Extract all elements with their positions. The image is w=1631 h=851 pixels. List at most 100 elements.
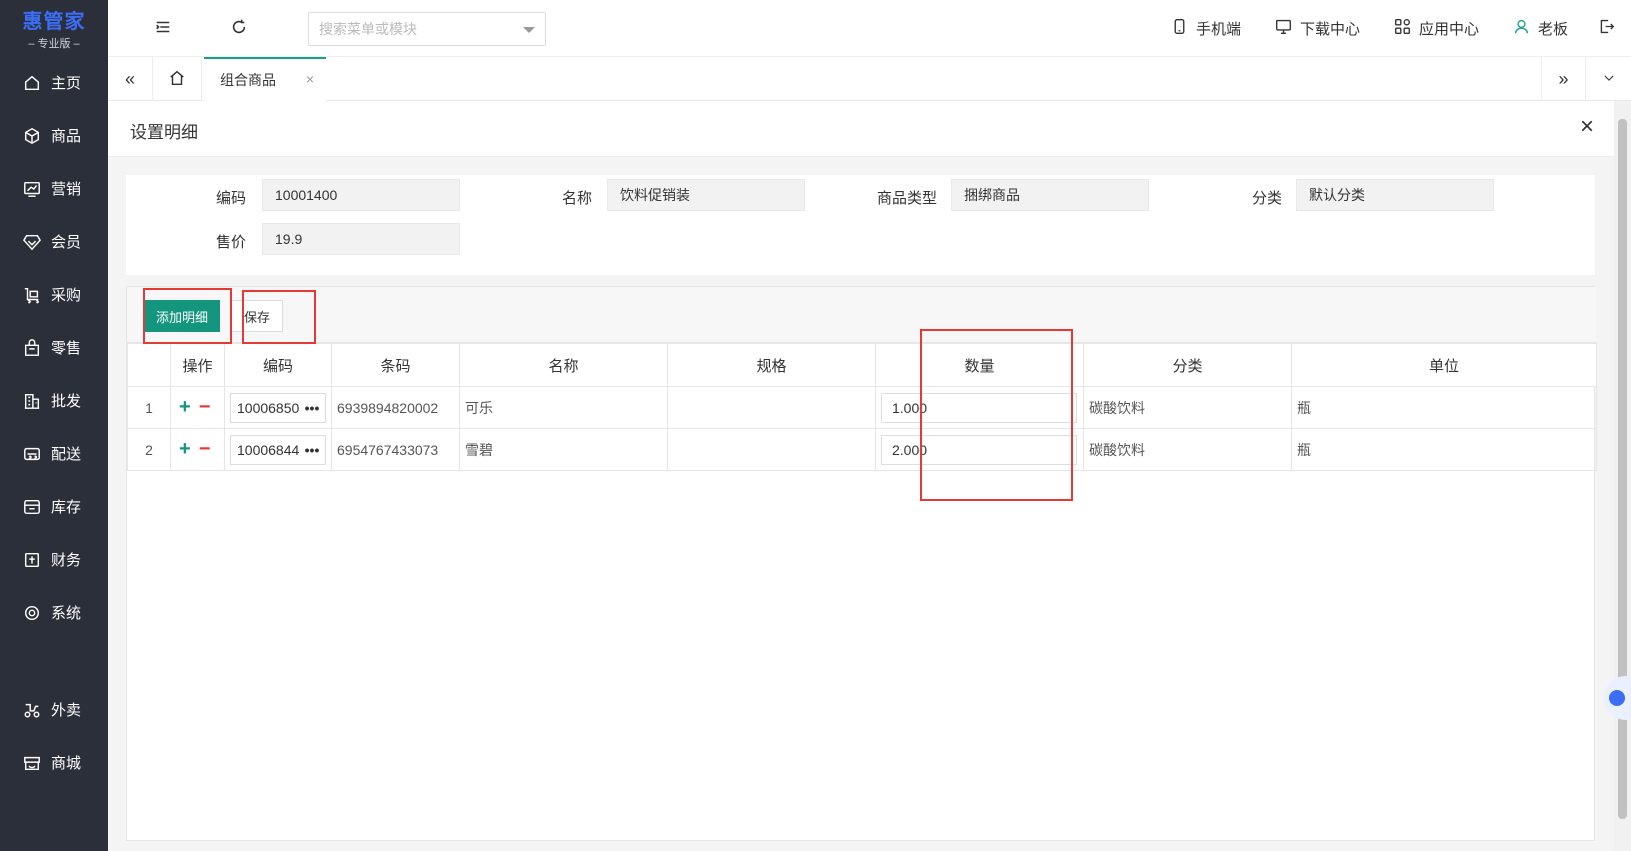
download-center-link[interactable]: 下载中心 xyxy=(1275,18,1360,39)
refresh-icon xyxy=(230,18,248,39)
trend-icon xyxy=(22,179,42,199)
col-quantity: 数量 xyxy=(875,343,1084,387)
page-title: 设置明细 xyxy=(130,123,198,142)
row-code-cell: 10006850 ••• xyxy=(224,386,332,429)
assistant-icon xyxy=(1609,690,1625,706)
add-detail-button[interactable]: 添加明细 xyxy=(144,300,220,332)
sidebar-item-member[interactable]: 会员 xyxy=(0,215,108,268)
sidebar-item-label: 配送 xyxy=(51,446,82,463)
tab-close-icon[interactable]: × xyxy=(306,71,314,87)
add-row-icon[interactable]: + xyxy=(179,438,191,460)
col-operation: 操作 xyxy=(170,343,225,387)
row-spec xyxy=(667,428,876,471)
sidebar-item-finance[interactable]: 财务 xyxy=(0,533,108,586)
finance-icon xyxy=(22,550,42,570)
quantity-input[interactable]: 1.000 xyxy=(881,392,1077,423)
sidebar-item-goods[interactable]: 商品 xyxy=(0,109,108,162)
row-index: 1 xyxy=(127,386,171,429)
row-barcode: 6954767433073 xyxy=(331,428,460,471)
home-icon xyxy=(22,73,42,93)
phone-icon xyxy=(1171,18,1196,39)
box-icon xyxy=(22,126,42,146)
col-code: 编码 xyxy=(224,343,332,387)
table-row: 2 + − 10006844 ••• 6954767433073 雪碧 2.00… xyxy=(127,428,1597,471)
diamond-icon xyxy=(22,232,42,252)
sidebar-item-system[interactable]: 系统 xyxy=(0,586,108,639)
row-name: 可乐 xyxy=(459,386,668,429)
remove-row-icon[interactable]: − xyxy=(199,438,211,460)
col-category: 分类 xyxy=(1083,343,1292,387)
chevron-down-icon xyxy=(1602,71,1616,88)
chevron-down-icon xyxy=(523,27,535,33)
logout-button[interactable] xyxy=(1598,18,1623,39)
row-quantity-cell: 1.000 xyxy=(875,386,1084,429)
sidebar-item-home[interactable]: 主页 xyxy=(0,56,108,109)
refresh-button[interactable] xyxy=(214,0,264,57)
code-value: 10006844 xyxy=(237,441,299,458)
tabs-scroll-left-button[interactable]: « xyxy=(108,57,152,101)
user-menu[interactable]: 老板 xyxy=(1513,18,1568,39)
name-field: 饮料促销装 xyxy=(607,179,805,211)
sidebar-item-mall[interactable]: 商城 xyxy=(0,736,108,789)
sidebar-item-retail[interactable]: 零售 xyxy=(0,321,108,374)
row-spec xyxy=(667,386,876,429)
tabs-dropdown-button[interactable] xyxy=(1585,57,1631,101)
sidebar-item-label: 会员 xyxy=(51,234,82,251)
col-unit: 单位 xyxy=(1291,343,1597,387)
scooter-icon xyxy=(22,700,42,720)
type-field: 捆绑商品 xyxy=(951,179,1149,211)
delivery-icon xyxy=(22,444,42,464)
sidebar-item-label: 批发 xyxy=(51,393,82,410)
row-operations: + − xyxy=(170,386,225,429)
sidebar-item-label: 商品 xyxy=(51,128,82,145)
user-name: 老板 xyxy=(1537,21,1568,38)
tab-label: 组合商品 xyxy=(220,72,276,88)
sidebar-item-label: 营销 xyxy=(51,181,82,198)
tab-home[interactable] xyxy=(152,57,202,101)
menu-search-select[interactable]: 搜索菜单或模块 xyxy=(308,12,546,46)
sidebar-item-label: 外卖 xyxy=(51,702,82,719)
sidebar: 惠管家 – 专业版 – 主页 商品 营销 会员 采购 零售 批发 配送 库存 财… xyxy=(0,0,108,851)
user-icon xyxy=(1513,18,1538,39)
code-picker-input[interactable]: 10006844 ••• xyxy=(230,434,326,465)
code-value: 10006850 xyxy=(237,399,299,416)
sidebar-item-takeout[interactable]: 外卖 xyxy=(0,683,108,736)
row-index: 2 xyxy=(127,428,171,471)
more-icon[interactable]: ••• xyxy=(299,442,325,458)
tab-bar: « 组合商品 × » xyxy=(108,57,1631,101)
panel-close-button[interactable]: × xyxy=(1580,113,1594,141)
app-center-link[interactable]: 应用中心 xyxy=(1394,18,1479,39)
sidebar-item-marketing[interactable]: 营销 xyxy=(0,162,108,215)
more-icon[interactable]: ••• xyxy=(299,400,325,416)
col-index xyxy=(127,343,171,387)
grid-toolbar: 添加明细 保存 xyxy=(127,287,1596,343)
sidebar-item-delivery[interactable]: 配送 xyxy=(0,427,108,480)
monitor-icon xyxy=(1275,18,1300,39)
sidebar-item-label: 库存 xyxy=(51,499,82,516)
save-button[interactable]: 保存 xyxy=(231,300,283,332)
store-icon xyxy=(22,753,42,773)
vertical-scrollbar[interactable] xyxy=(1614,101,1631,851)
menu-toggle-button[interactable] xyxy=(138,0,188,57)
top-right-menu: 手机端 下载中心 应用中心 老板 xyxy=(1137,0,1623,57)
category-label: 分类 xyxy=(1251,190,1282,207)
code-field: 10001400 xyxy=(262,179,460,211)
col-name: 名称 xyxy=(459,343,668,387)
sidebar-item-inventory[interactable]: 库存 xyxy=(0,480,108,533)
remove-row-icon[interactable]: − xyxy=(199,396,211,418)
logout-icon xyxy=(1598,18,1623,39)
logo: 惠管家 – 专业版 – xyxy=(0,0,108,56)
add-row-icon[interactable]: + xyxy=(179,396,191,418)
sidebar-item-purchase[interactable]: 采购 xyxy=(0,268,108,321)
tab-combo-goods[interactable]: 组合商品 × xyxy=(204,57,326,101)
cart-icon xyxy=(22,285,42,305)
sidebar-item-wholesale[interactable]: 批发 xyxy=(0,374,108,427)
double-chevron-right-icon: » xyxy=(1558,68,1569,89)
mobile-link[interactable]: 手机端 xyxy=(1171,18,1241,39)
code-picker-input[interactable]: 10006850 ••• xyxy=(230,392,326,423)
tabs-scroll-right-button[interactable]: » xyxy=(1541,57,1585,101)
quantity-input[interactable]: 2.000 xyxy=(881,434,1077,465)
code-label: 编码 xyxy=(215,190,246,207)
row-category: 碳酸饮料 xyxy=(1083,428,1292,471)
